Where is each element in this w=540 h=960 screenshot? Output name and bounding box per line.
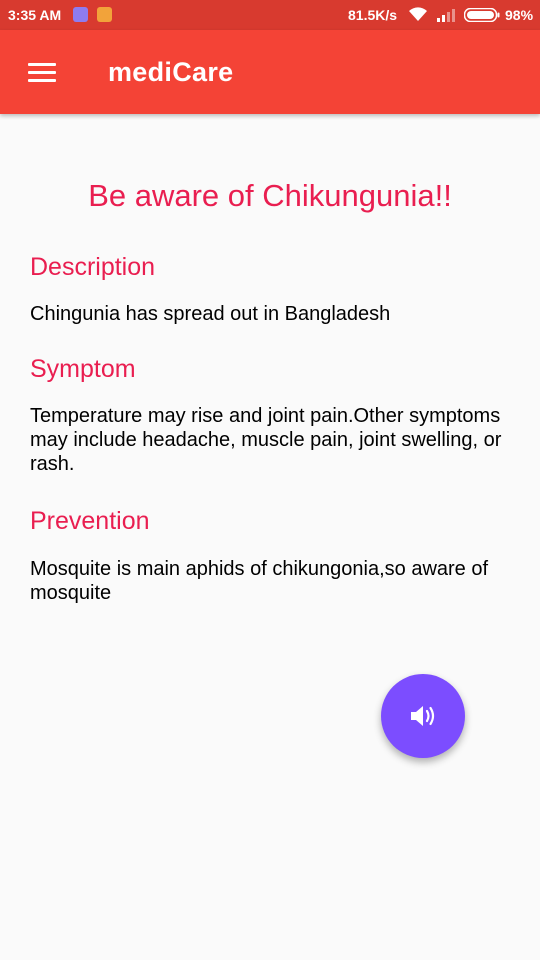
page-heading: Be aware of Chikungunia!! [88,178,452,213]
section-title-prevention: Prevention [30,507,150,535]
notification-browser-icon [97,7,112,22]
wifi-icon [409,7,427,21]
speaker-volume-icon [411,706,435,726]
section-title-description: Description [30,253,156,281]
speak-button[interactable] [381,674,465,758]
network-speed: 81.5K/s [348,7,398,23]
section-body-description: Chingunia has spread out in Bangladesh [30,303,391,325]
notification-app-icon [73,7,88,22]
section-body-symptom: Temperature may rise and joint pain.Othe… [30,405,502,475]
section-body-prevention: Mosquite is main aphids of chikungonia,s… [30,558,489,604]
hamburger-menu-icon[interactable] [20,54,64,90]
battery-percentage: 98% [505,7,534,23]
status-bar: 3:35 AM 81.5K/s 98% [0,0,540,30]
app-bar: mediCare [0,30,540,114]
battery-icon [464,8,500,22]
status-time: 3:35 AM [8,7,62,23]
signal-icon [437,9,455,22]
app-title: mediCare [108,57,234,87]
section-title-symptom: Symptom [30,355,136,383]
